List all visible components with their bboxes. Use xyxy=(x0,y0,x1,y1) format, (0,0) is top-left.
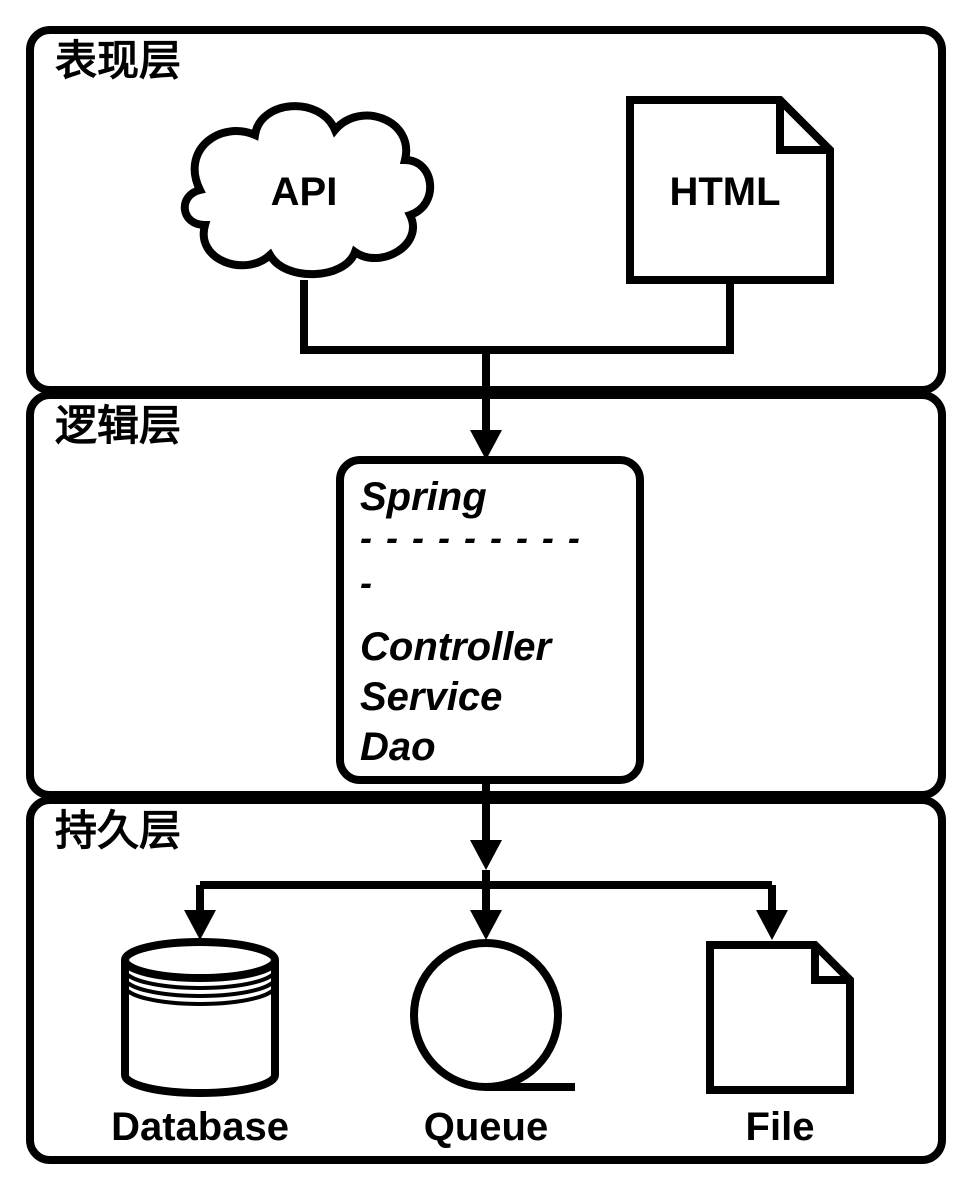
arrowhead-1 xyxy=(470,430,502,460)
presentation-layer-box xyxy=(30,30,942,390)
html-label: HTML xyxy=(669,170,780,214)
dao-label: Dao xyxy=(360,725,436,769)
spring-divider-2: - xyxy=(360,562,372,603)
architecture-diagram: 表现层 API HTML 逻辑层 Spring - - - - - - - - … xyxy=(20,20,952,1170)
file-icon xyxy=(710,945,850,1090)
queue-icon xyxy=(414,943,575,1087)
html-connector xyxy=(486,280,730,350)
database-label: Database xyxy=(111,1105,289,1149)
spring-divider: - - - - - - - - - xyxy=(360,517,582,558)
api-cloud: API xyxy=(185,106,430,274)
api-connector xyxy=(304,280,486,350)
arrowhead-2 xyxy=(470,840,502,870)
persistence-title: 持久层 xyxy=(55,807,181,854)
arrowhead-center xyxy=(470,910,502,940)
presentation-title: 表现层 xyxy=(55,37,181,84)
controller-label: Controller xyxy=(360,625,554,669)
file-label: File xyxy=(746,1105,815,1149)
logic-title: 逻辑层 xyxy=(55,402,181,449)
queue-label: Queue xyxy=(424,1105,548,1149)
html-document: HTML xyxy=(630,100,830,280)
arrowhead-right xyxy=(756,910,788,940)
arrowhead-left xyxy=(184,910,216,940)
api-label: API xyxy=(271,170,338,214)
service-label: Service xyxy=(360,675,502,719)
database-icon xyxy=(125,942,275,1093)
spring-label: Spring xyxy=(360,475,487,519)
